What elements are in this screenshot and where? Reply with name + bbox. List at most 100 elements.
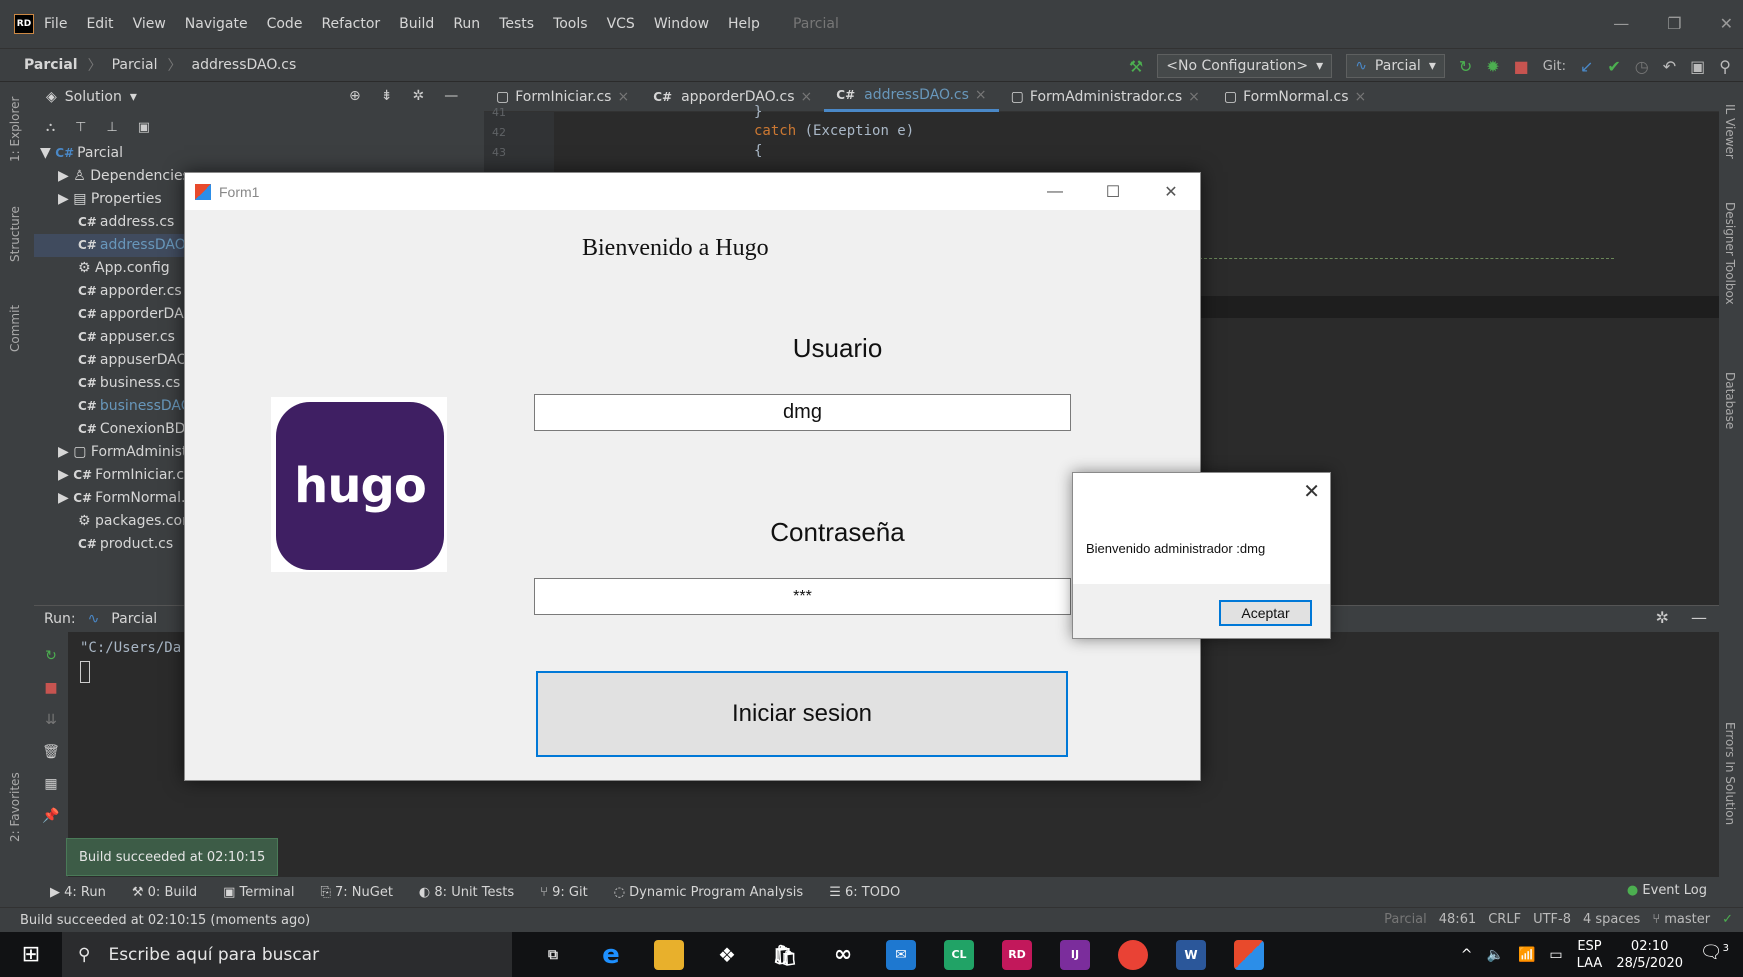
volume-icon[interactable]: 🔈: [1487, 947, 1504, 963]
menu-build[interactable]: Build: [399, 16, 434, 32]
layout-icon[interactable]: ▣: [1690, 57, 1705, 76]
menu-tests[interactable]: Tests: [499, 16, 534, 32]
status-line-ending[interactable]: CRLF: [1488, 912, 1521, 927]
toolwin-run[interactable]: ▶ 4: Run: [50, 885, 106, 900]
tree-root[interactable]: ▼ C# Parcial: [34, 142, 484, 165]
toolwin-git[interactable]: ⑂ 9: Git: [540, 885, 588, 900]
run-config-tab[interactable]: Parcial: [111, 611, 157, 627]
accept-button[interactable]: Aceptar: [1219, 600, 1312, 626]
close-icon[interactable]: ×: [1188, 89, 1200, 105]
gear-icon[interactable]: ✲: [1656, 608, 1669, 627]
intellij-icon[interactable]: IJ: [1060, 939, 1090, 970]
undo-icon[interactable]: ↶: [1663, 57, 1676, 76]
hide-icon[interactable]: —: [1691, 608, 1707, 627]
status-project[interactable]: Parcial: [1384, 912, 1427, 927]
taskbar-clock[interactable]: 02:10 28/5/2020: [1616, 938, 1683, 972]
filter-icon[interactable]: ⊤: [75, 120, 86, 135]
collapse-all-icon[interactable]: ⇟: [381, 88, 393, 104]
tool-designer-toolbox[interactable]: Designer Toolbox: [1723, 202, 1737, 305]
event-log-button[interactable]: ● Event Log: [1627, 883, 1707, 898]
menu-view[interactable]: View: [133, 16, 166, 32]
password-field[interactable]: ***: [534, 578, 1071, 615]
notification-center-icon[interactable]: 🗨3: [1700, 942, 1729, 963]
tool-explorer[interactable]: 1: Explorer: [8, 97, 22, 162]
git-commit-icon[interactable]: ✔: [1607, 57, 1620, 76]
tool-errors-in-solution[interactable]: Errors In Solution: [1723, 722, 1737, 825]
stop-icon[interactable]: ■: [34, 680, 68, 696]
winforms-app-icon[interactable]: [1234, 939, 1264, 970]
close-icon[interactable]: ×: [801, 89, 813, 105]
tab-addressdao[interactable]: C# addressDAO.cs ×: [824, 82, 999, 112]
preview-icon[interactable]: ▣: [138, 120, 150, 135]
word-icon[interactable]: W: [1176, 939, 1206, 970]
close-icon[interactable]: ×: [617, 89, 629, 105]
explorer-title[interactable]: Solution: [65, 89, 122, 105]
toolwin-nuget[interactable]: ⎘ 7: NuGet: [320, 885, 392, 900]
minimize-icon[interactable]: —: [1026, 173, 1084, 210]
menu-navigate[interactable]: Navigate: [185, 16, 248, 32]
tool-il-viewer[interactable]: IL Viewer: [1723, 104, 1737, 159]
close-icon[interactable]: ✕: [1142, 173, 1200, 210]
task-view-icon[interactable]: ⧉: [538, 940, 568, 970]
menu-file[interactable]: File: [44, 16, 67, 32]
trash-icon[interactable]: 🗑: [34, 744, 68, 760]
toolwin-dpa[interactable]: ◌ Dynamic Program Analysis: [614, 885, 804, 900]
menu-code[interactable]: Code: [267, 16, 303, 32]
restore-icon[interactable]: ❐: [1667, 14, 1681, 33]
toolwin-terminal[interactable]: ▣ Terminal: [223, 885, 294, 900]
layout-icon[interactable]: ▦: [34, 776, 68, 792]
stop-icon[interactable]: ■: [1514, 57, 1529, 76]
tool-structure[interactable]: Structure: [8, 206, 22, 262]
tool-favorites[interactable]: 2: Favorites: [8, 772, 22, 842]
tab-formadministrador[interactable]: ▢ FormAdministrador.cs ×: [999, 82, 1212, 112]
form1-titlebar[interactable]: Form1 — ☐ ✕: [185, 173, 1200, 210]
run-configuration-select[interactable]: <No Configuration> ▾: [1157, 54, 1333, 78]
tool-commit[interactable]: Commit: [8, 305, 22, 352]
wifi-icon[interactable]: 📶: [1518, 947, 1535, 963]
close-icon[interactable]: ✕: [1303, 479, 1320, 504]
dropbox-icon[interactable]: ❖: [712, 940, 742, 970]
search-icon[interactable]: ⚲: [1719, 57, 1731, 76]
store-icon[interactable]: 🛍: [770, 940, 800, 970]
project-config-select[interactable]: ∿ Parcial ▾: [1346, 54, 1445, 78]
tab-apporderdao[interactable]: C# apporderDAO.cs ×: [641, 82, 824, 112]
status-message[interactable]: Build succeeded at 02:10:15 (moments ago…: [20, 913, 310, 928]
close-icon[interactable]: ✕: [1720, 14, 1733, 33]
tab-forminiciar[interactable]: ▢ FormIniciar.cs ×: [484, 82, 641, 112]
menu-edit[interactable]: Edit: [86, 16, 113, 32]
rider-icon[interactable]: RD: [1002, 939, 1032, 970]
debug-icon[interactable]: ✹: [1486, 57, 1499, 76]
filter-settings-icon[interactable]: ⊥: [106, 120, 117, 135]
menu-run[interactable]: Run: [453, 16, 480, 32]
menu-window[interactable]: Window: [654, 16, 709, 32]
tab-formnormal[interactable]: ▢ FormNormal.cs ×: [1212, 82, 1378, 112]
menu-refactor[interactable]: Refactor: [321, 16, 380, 32]
show-files-icon[interactable]: ⛬: [46, 120, 55, 135]
edge-browser-icon[interactable]: e: [596, 940, 626, 970]
locate-icon[interactable]: ⊕: [349, 88, 361, 104]
username-field[interactable]: dmg: [534, 394, 1071, 431]
pin-icon[interactable]: 📌: [34, 808, 68, 824]
tool-database[interactable]: Database: [1723, 372, 1737, 429]
login-button[interactable]: Iniciar sesion: [536, 671, 1068, 757]
chrome-icon[interactable]: [1118, 939, 1148, 970]
status-position[interactable]: 48:61: [1439, 912, 1476, 927]
breadcrumb-file[interactable]: addressDAO.cs: [192, 57, 297, 73]
rerun-icon[interactable]: ↻: [34, 648, 68, 664]
input-language[interactable]: ESP LAA: [1577, 938, 1603, 972]
build-notification[interactable]: Build succeeded at 02:10:15: [66, 838, 278, 876]
file-explorer-icon[interactable]: [654, 939, 684, 970]
minimize-icon[interactable]: —: [1613, 14, 1629, 33]
toolwin-build[interactable]: ⚒ 0: Build: [132, 885, 197, 900]
breadcrumb-project[interactable]: Parcial: [112, 57, 158, 73]
maximize-icon[interactable]: ☐: [1084, 173, 1142, 210]
menu-help[interactable]: Help: [728, 16, 760, 32]
mail-icon[interactable]: ✉: [886, 939, 916, 970]
battery-icon[interactable]: ▭: [1549, 947, 1562, 963]
gear-icon[interactable]: ✲: [412, 88, 424, 104]
status-check-icon[interactable]: ✓: [1722, 912, 1733, 927]
status-indent[interactable]: 4 spaces: [1583, 912, 1640, 927]
git-update-icon[interactable]: ↙: [1580, 57, 1593, 76]
toolwin-todo[interactable]: ☰ 6: TODO: [829, 885, 900, 900]
git-history-icon[interactable]: ◷: [1635, 57, 1649, 76]
